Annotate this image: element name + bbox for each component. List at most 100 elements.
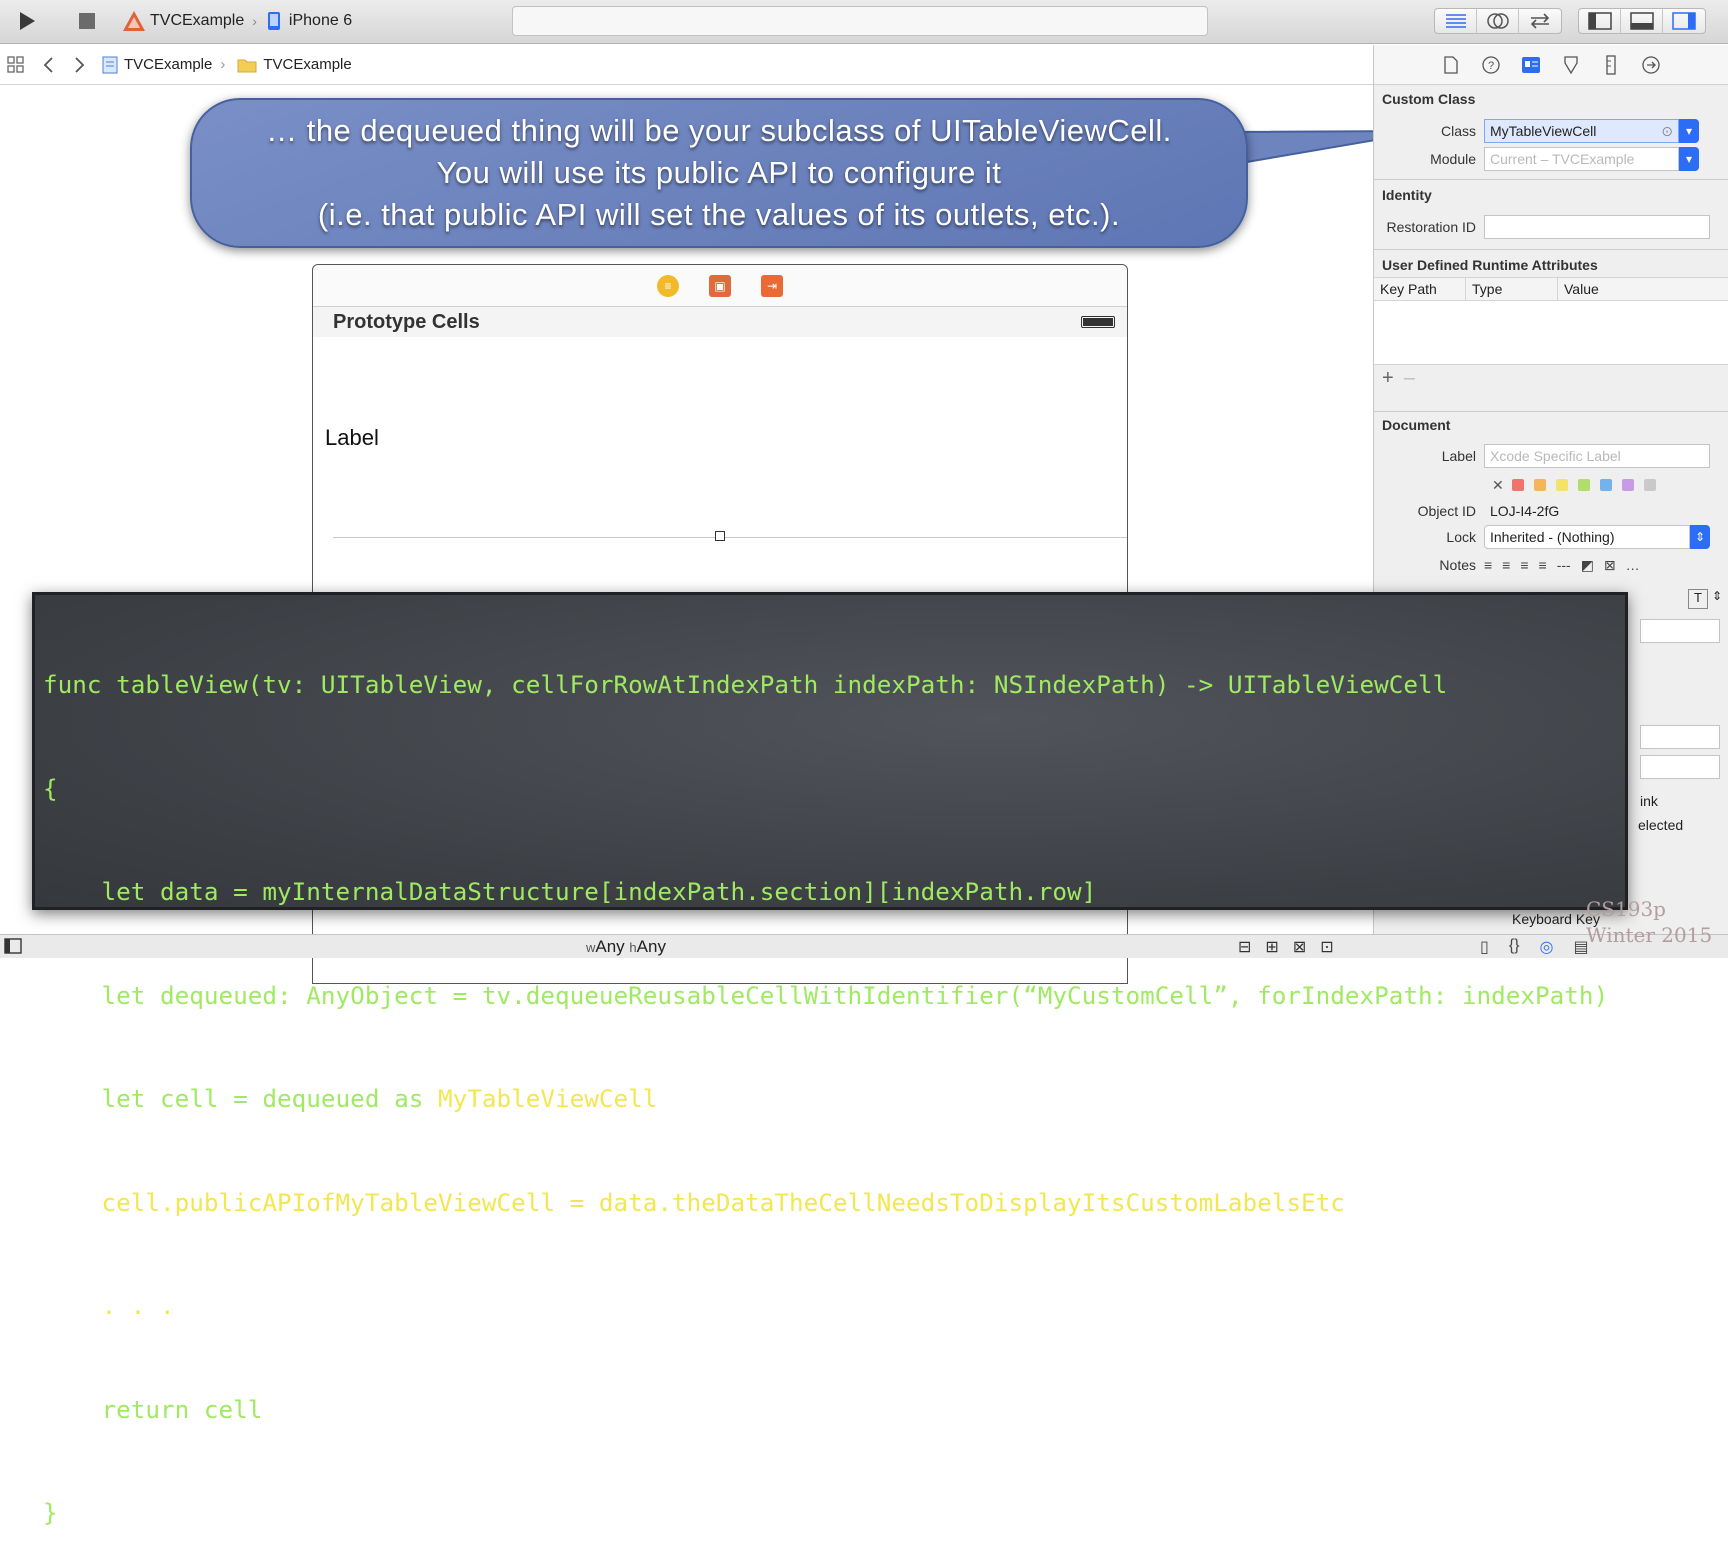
code-line: cell.publicAPIofMyTableViewCell = data.t… — [43, 1187, 1345, 1217]
first-responder-icon[interactable]: ▣ — [709, 274, 731, 297]
add-attribute-button[interactable]: + — [1382, 367, 1394, 390]
value-column[interactable]: Value — [1558, 278, 1728, 300]
file-template-icon[interactable]: ▯ — [1480, 937, 1489, 957]
identity-header: Identity — [1382, 187, 1432, 203]
size-inspector-icon[interactable] — [1601, 54, 1621, 75]
align-left-icon[interactable]: ≡ — [1484, 557, 1492, 574]
battery-icon — [1081, 316, 1115, 328]
version-editor-button[interactable] — [1519, 9, 1561, 33]
label-color-swatch[interactable] — [1511, 479, 1524, 491]
key-path-column[interactable]: Key Path — [1374, 278, 1466, 300]
notes-label: Notes — [1439, 557, 1476, 573]
resolve-icon[interactable]: ⊠ — [1293, 937, 1306, 957]
right-panel-icon — [1672, 12, 1696, 30]
section-title: Prototype Cells — [333, 310, 480, 333]
xcode-label-field[interactable]: Xcode Specific Label — [1484, 444, 1710, 468]
watermark-line-1: CS193p — [1586, 897, 1666, 921]
inspector-divider — [1374, 249, 1728, 250]
module-field[interactable]: Current – TVCExample — [1484, 147, 1679, 171]
partial-field[interactable] — [1640, 725, 1720, 749]
clear-color-icon[interactable]: ✕ — [1492, 477, 1504, 494]
label-color-row: ✕ — [1374, 473, 1728, 497]
width-prefix: w — [586, 940, 596, 955]
code-line: return cell — [43, 1394, 263, 1424]
cell-label[interactable]: Label — [325, 425, 379, 451]
code-line: let dequeued: AnyObject = tv.dequeueReus… — [43, 980, 1609, 1010]
align-right-icon[interactable]: ≡ — [1520, 557, 1528, 574]
toggle-debug-area-button[interactable] — [1621, 9, 1663, 33]
module-dropdown-icon[interactable]: ▾ — [1679, 147, 1699, 171]
label-color-swatch[interactable] — [1577, 479, 1590, 491]
code-overlay: func tableView(tv: UITableView, cellForR… — [32, 592, 1628, 1527]
justify-icon[interactable]: ≡ — [1539, 557, 1547, 574]
resize-handle[interactable] — [715, 531, 725, 541]
dash-icon[interactable]: --- — [1557, 557, 1571, 574]
label-color-swatch[interactable] — [1621, 479, 1634, 491]
object-id-row: Object ID LOJ-I4-2fG — [1374, 499, 1728, 523]
height-class: Any — [636, 937, 666, 956]
notes-format-bar: ≡ ≡ ≡ ≡ --- ◩ ⊠ … — [1484, 557, 1640, 574]
restoration-id-field[interactable] — [1484, 215, 1710, 239]
connections-inspector-icon[interactable] — [1641, 55, 1661, 75]
callout-line-3: (i.e. that public API will set the value… — [317, 197, 1121, 232]
align-lines-icon — [1445, 14, 1466, 28]
partial-field[interactable] — [1640, 755, 1720, 779]
module-label: Module — [1430, 151, 1476, 167]
size-class-control[interactable]: wAny hAny — [586, 937, 666, 957]
udra-table-header: Key Path Type Value — [1374, 277, 1728, 301]
class-label: Class — [1440, 123, 1476, 139]
module-row: Module Current – TVCExample ▾ — [1374, 147, 1728, 171]
label-color-swatch[interactable] — [1533, 479, 1546, 491]
resizing-icon[interactable]: ⊡ — [1320, 937, 1333, 957]
udra-table-body[interactable] — [1374, 301, 1728, 365]
code-snippet-icon[interactable]: {} — [1509, 937, 1520, 957]
editor-mode-control[interactable] — [1434, 8, 1562, 34]
cell-separator — [333, 537, 1127, 538]
type-column[interactable]: Type — [1466, 278, 1558, 300]
exit-icon[interactable]: ⇥ — [761, 274, 783, 297]
class-field[interactable]: MyTableViewCell ⊙ — [1484, 119, 1679, 143]
class-row: Class MyTableViewCell ⊙ ▾ — [1374, 119, 1728, 143]
toggle-outline-icon[interactable] — [4, 938, 22, 959]
file-inspector-icon[interactable] — [1441, 55, 1461, 75]
toggle-navigator-button[interactable] — [1579, 9, 1621, 33]
view-controller-icon[interactable]: ≡ — [657, 274, 679, 297]
partial-field[interactable] — [1640, 619, 1720, 643]
label-color-swatch[interactable] — [1643, 479, 1656, 491]
lock-label: Lock — [1446, 529, 1476, 545]
label-color-swatch[interactable] — [1599, 479, 1612, 491]
font-stepper[interactable]: T ⇕ — [1618, 589, 1722, 613]
inspector-divider — [1374, 179, 1728, 180]
align-icon[interactable]: ⊟ — [1238, 937, 1251, 957]
label-color-swatch[interactable] — [1555, 479, 1568, 491]
code-line: . . . — [43, 1291, 175, 1320]
font-icon[interactable]: T — [1687, 589, 1708, 609]
goto-class-icon[interactable]: ⊙ — [1661, 123, 1673, 140]
stepper-icon[interactable]: ⇕ — [1712, 589, 1722, 613]
inspector-divider — [1374, 411, 1728, 412]
library-tabs: ▯ {} ◎ ▤ — [1480, 937, 1589, 957]
code-line: func tableView(tv: UITableView, cellForR… — [43, 670, 1448, 699]
lock-dropdown-icon[interactable]: ⇕ — [1690, 525, 1710, 549]
pin-icon[interactable]: ⊞ — [1265, 937, 1278, 957]
toggle-utilities-button[interactable] — [1663, 9, 1705, 33]
object-library-icon[interactable]: ◎ — [1540, 937, 1554, 957]
udra-header: User Defined Runtime Attributes — [1382, 257, 1598, 273]
standard-editor-button[interactable] — [1435, 9, 1477, 33]
lock-select[interactable]: Inherited - (Nothing) — [1484, 525, 1690, 549]
identity-inspector-icon[interactable] — [1521, 55, 1541, 75]
more-icon[interactable]: … — [1626, 557, 1640, 574]
view-toggle-control[interactable] — [1578, 8, 1706, 34]
remove-attribute-button[interactable]: – — [1404, 367, 1415, 390]
partial-selected-text: elected — [1638, 817, 1684, 833]
attributes-inspector-icon[interactable] — [1561, 55, 1581, 75]
restoration-row: Restoration ID — [1374, 215, 1728, 239]
inspector-tabs: ? — [1374, 45, 1728, 85]
arrows-swap-icon — [1530, 13, 1550, 29]
no-color-icon[interactable]: ◩ — [1581, 557, 1594, 574]
assistant-editor-button[interactable] — [1477, 9, 1519, 33]
class-dropdown-icon[interactable]: ▾ — [1679, 119, 1699, 143]
quick-help-icon[interactable]: ? — [1481, 55, 1501, 75]
align-center-icon[interactable]: ≡ — [1502, 557, 1510, 574]
image-icon[interactable]: ⊠ — [1604, 557, 1616, 574]
